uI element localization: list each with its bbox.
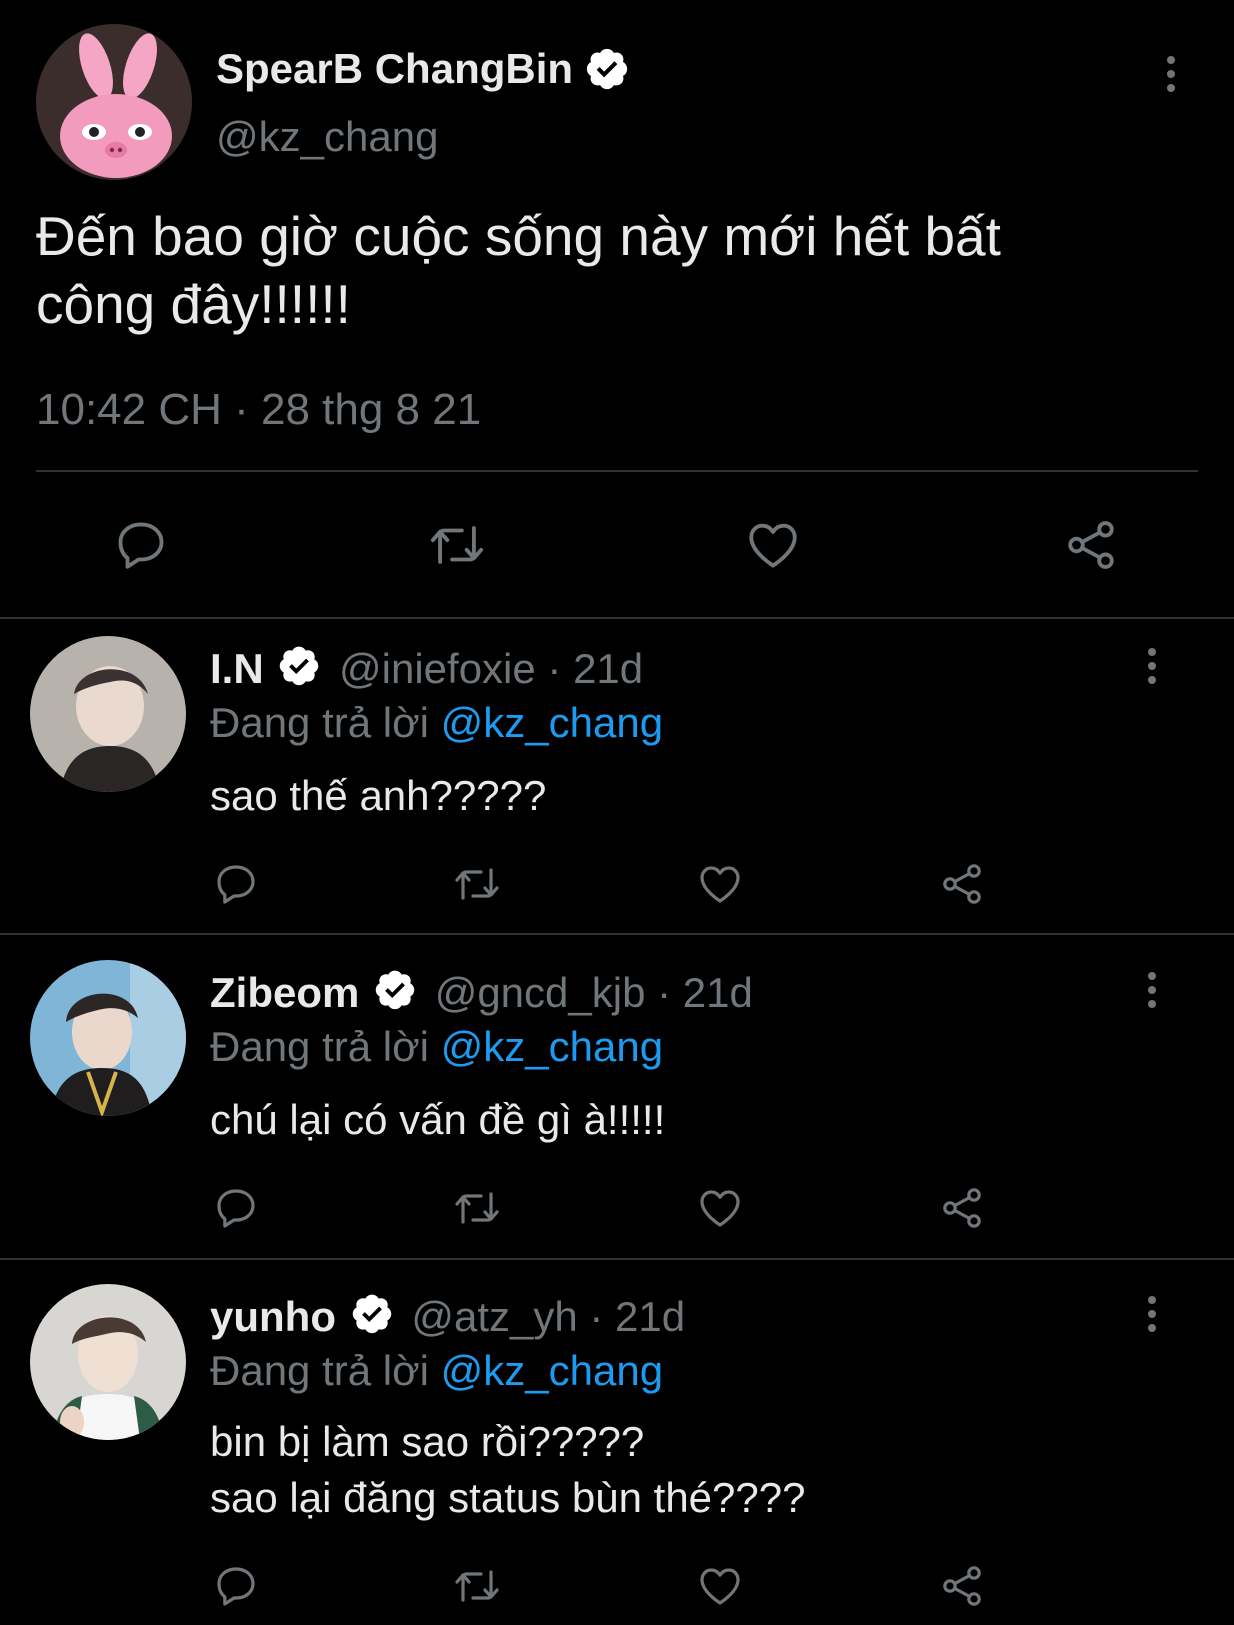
verified-badge-icon bbox=[373, 967, 417, 1024]
reply-icon[interactable] bbox=[112, 516, 170, 574]
retweet-icon[interactable] bbox=[425, 516, 489, 574]
reply-text: chú lại có vấn đề gì à!!!!! bbox=[210, 1092, 665, 1148]
main-tweet-display-name[interactable]: SpearB ChangBin bbox=[216, 45, 573, 92]
like-icon[interactable] bbox=[696, 860, 744, 908]
main-tweet-timestamp[interactable]: 10:42 CH · 28 thg 8 21 bbox=[36, 384, 481, 436]
user-photo-image bbox=[30, 1284, 186, 1440]
replying-to-label: Đang trả lời bbox=[210, 1023, 429, 1070]
reply-text-line: bin bị làm sao rồi????? bbox=[210, 1418, 645, 1465]
like-icon[interactable] bbox=[744, 516, 802, 574]
retweet-icon[interactable] bbox=[450, 1562, 504, 1610]
reply-text-line: sao thế anh????? bbox=[210, 772, 547, 819]
verified-badge-icon bbox=[350, 1291, 394, 1348]
main-tweet-text-line: Đến bao giờ cuộc sống này mới hết bất bbox=[36, 205, 1001, 267]
retweet-icon[interactable] bbox=[450, 1184, 504, 1232]
reply-icon[interactable] bbox=[212, 1562, 260, 1610]
replying-to-mention[interactable]: @kz_chang bbox=[441, 699, 663, 746]
more-options-icon[interactable] bbox=[1146, 972, 1158, 1014]
share-icon[interactable] bbox=[938, 1184, 986, 1232]
reply-avatar[interactable] bbox=[30, 1284, 186, 1440]
main-tweet-avatar[interactable] bbox=[36, 24, 192, 180]
replying-to-line: Đang trả lời @kz_chang bbox=[210, 696, 663, 750]
reply-display-name[interactable]: I.N bbox=[210, 645, 264, 692]
replying-to-line: Đang trả lời @kz_chang bbox=[210, 1344, 663, 1398]
verified-badge-icon bbox=[277, 643, 321, 700]
replying-to-line: Đang trả lời @kz_chang bbox=[210, 1020, 663, 1074]
like-icon[interactable] bbox=[696, 1184, 744, 1232]
reply-text-line: sao lại đăng status bùn thé???? bbox=[210, 1474, 806, 1521]
reply-text-line: chú lại có vấn đề gì à!!!!! bbox=[210, 1096, 666, 1143]
reply-display-name[interactable]: yunho bbox=[210, 1293, 336, 1340]
reply-icon[interactable] bbox=[212, 1184, 260, 1232]
replying-to-label: Đang trả lời bbox=[210, 699, 429, 746]
replying-to-label: Đang trả lời bbox=[210, 1347, 429, 1394]
reply-text: sao thế anh????? bbox=[210, 768, 546, 824]
tweet-divider bbox=[0, 933, 1234, 935]
more-options-icon[interactable] bbox=[1165, 56, 1177, 98]
reply-display-name[interactable]: Zibeom bbox=[210, 969, 359, 1016]
share-icon[interactable] bbox=[938, 860, 986, 908]
like-icon[interactable] bbox=[696, 1562, 744, 1610]
reply-avatar[interactable] bbox=[30, 960, 186, 1116]
tweet-divider bbox=[0, 1258, 1234, 1260]
tweet-divider bbox=[0, 617, 1234, 619]
bunny-mascot-avatar-image bbox=[36, 24, 192, 180]
retweet-icon[interactable] bbox=[450, 860, 504, 908]
reply-icon[interactable] bbox=[212, 860, 260, 908]
replying-to-mention[interactable]: @kz_chang bbox=[441, 1347, 663, 1394]
reply-handle-time[interactable]: @iniefoxie · 21d bbox=[339, 645, 643, 692]
more-options-icon[interactable] bbox=[1146, 648, 1158, 690]
main-tweet-text: Đến bao giờ cuộc sống này mới hết bất cô… bbox=[36, 202, 1001, 338]
reply-avatar[interactable] bbox=[30, 636, 186, 792]
user-photo-image bbox=[30, 960, 186, 1116]
verified-badge-icon bbox=[584, 45, 630, 112]
replying-to-mention[interactable]: @kz_chang bbox=[441, 1023, 663, 1070]
user-photo-image bbox=[30, 636, 186, 792]
reply-handle-time[interactable]: @atz_yh · 21d bbox=[411, 1293, 685, 1340]
main-tweet-handle[interactable]: @kz_chang bbox=[216, 112, 438, 162]
reply-handle-time[interactable]: @gncd_kjb · 21d bbox=[435, 969, 753, 1016]
more-options-icon[interactable] bbox=[1146, 1296, 1158, 1338]
timestamp-divider bbox=[36, 470, 1198, 472]
share-icon[interactable] bbox=[1062, 516, 1120, 574]
main-tweet-text-line: công đây!!!!!! bbox=[36, 273, 351, 335]
reply-text: bin bị làm sao rồi????? sao lại đăng sta… bbox=[210, 1414, 805, 1526]
share-icon[interactable] bbox=[938, 1562, 986, 1610]
